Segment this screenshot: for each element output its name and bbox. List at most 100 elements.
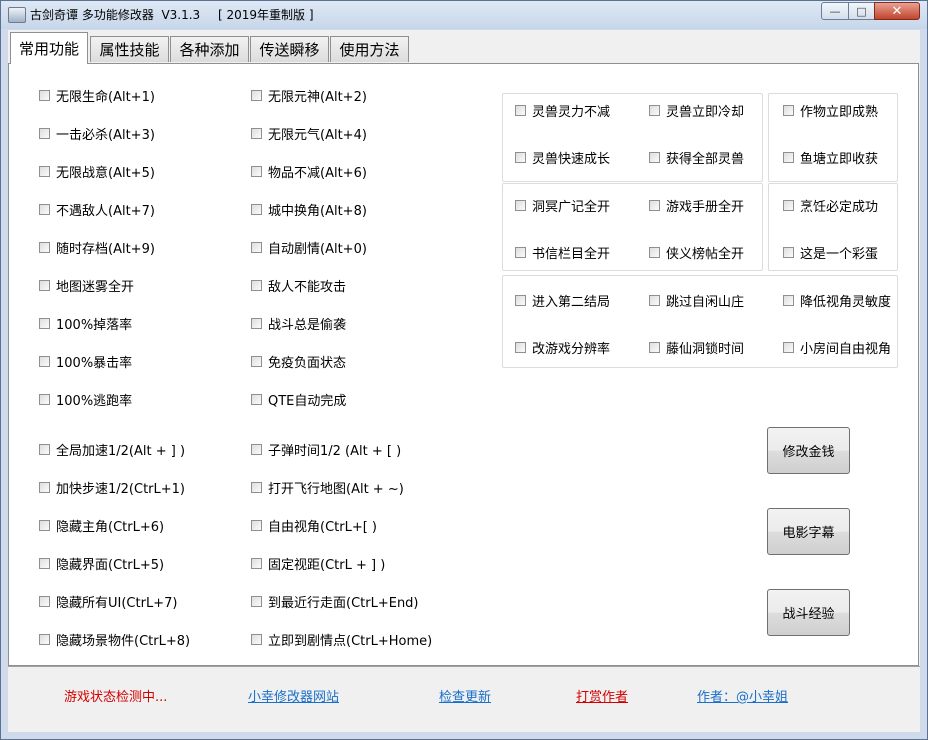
- checkbox-left1-8[interactable]: 100%逃跑率: [39, 390, 132, 409]
- checkbox-box[interactable]: [515, 151, 526, 163]
- checkbox-box[interactable]: [251, 443, 262, 455]
- checkbox-box[interactable]: [649, 341, 660, 353]
- checkbox-box[interactable]: [39, 595, 50, 607]
- checkbox-left1-10[interactable]: 加快步速1/2(CtrL+1): [39, 478, 185, 497]
- checkbox-box[interactable]: [39, 633, 50, 645]
- donate-link[interactable]: 打赏作者: [576, 686, 628, 705]
- checkbox-box[interactable]: [515, 294, 526, 306]
- checkbox-letters[interactable]: 书信栏目全开: [515, 243, 610, 262]
- tab-usage[interactable]: 使用方法: [330, 36, 409, 62]
- checkbox-left2-13[interactable]: 到最近行走面(CtrL+End): [251, 592, 419, 611]
- checkbox-left2-9[interactable]: 子弹时间1/2 (Alt + [ ): [251, 440, 401, 459]
- tab-common[interactable]: 常用功能: [10, 32, 88, 64]
- checkbox-box[interactable]: [251, 519, 262, 531]
- checkbox-left1-7[interactable]: 100%暴击率: [39, 352, 132, 371]
- checkbox-box[interactable]: [251, 557, 262, 569]
- tab-add-items[interactable]: 各种添加: [170, 36, 249, 62]
- check-update-link[interactable]: 检查更新: [439, 686, 491, 705]
- checkbox-left2-7[interactable]: 免疫负面状态: [251, 352, 346, 371]
- checkbox-box[interactable]: [783, 294, 794, 306]
- checkbox-left1-12[interactable]: 隐藏界面(CtrL+5): [39, 554, 164, 573]
- battle-exp-button[interactable]: 战斗经验: [767, 589, 850, 636]
- checkbox-box[interactable]: [39, 519, 50, 531]
- checkbox-box[interactable]: [251, 165, 262, 177]
- checkbox-box[interactable]: [515, 104, 526, 116]
- checkbox-left2-3[interactable]: 城中换角(Alt+8): [251, 200, 367, 219]
- checkbox-fish-harvest[interactable]: 鱼塘立即收获: [783, 148, 878, 167]
- checkbox-box[interactable]: [39, 241, 50, 253]
- checkbox-left2-11[interactable]: 自由视角(CtrL+[ ): [251, 516, 377, 535]
- checkbox-left2-0[interactable]: 无限元神(Alt+2): [251, 86, 367, 105]
- checkbox-box[interactable]: [39, 317, 50, 329]
- checkbox-box[interactable]: [39, 89, 50, 101]
- checkbox-box[interactable]: [39, 127, 50, 139]
- checkbox-beast-grow[interactable]: 灵兽快速成长: [515, 148, 610, 167]
- close-button[interactable]: ✕: [874, 2, 920, 20]
- tab-teleport[interactable]: 传送瞬移: [250, 36, 329, 62]
- checkbox-camera-sensitivity[interactable]: 降低视角灵敏度: [783, 291, 891, 310]
- tab-attributes[interactable]: 属性技能: [90, 36, 169, 62]
- modify-money-button[interactable]: 修改金钱: [767, 427, 850, 474]
- checkbox-box[interactable]: [251, 393, 262, 405]
- checkbox-box[interactable]: [515, 199, 526, 211]
- checkbox-left1-11[interactable]: 隐藏主角(CtrL+6): [39, 516, 164, 535]
- checkbox-box[interactable]: [251, 633, 262, 645]
- website-link[interactable]: 小幸修改器网站: [248, 686, 339, 705]
- checkbox-box[interactable]: [515, 246, 526, 258]
- checkbox-box[interactable]: [649, 294, 660, 306]
- checkbox-box[interactable]: [649, 151, 660, 163]
- checkbox-left1-3[interactable]: 不遇敌人(Alt+7): [39, 200, 155, 219]
- checkbox-crop-ripe[interactable]: 作物立即成熟: [783, 101, 878, 120]
- checkbox-easter-egg[interactable]: 这是一个彩蛋: [783, 243, 878, 262]
- checkbox-box[interactable]: [39, 165, 50, 177]
- checkbox-box[interactable]: [783, 104, 794, 116]
- checkbox-lock-time[interactable]: 藤仙洞锁时间: [649, 338, 744, 357]
- checkbox-room-camera[interactable]: 小房间自由视角: [783, 338, 891, 357]
- checkbox-box[interactable]: [515, 341, 526, 353]
- checkbox-beast-power[interactable]: 灵兽灵力不减: [515, 101, 610, 120]
- checkbox-box[interactable]: [251, 595, 262, 607]
- checkbox-left1-4[interactable]: 随时存档(Alt+9): [39, 238, 155, 257]
- checkbox-box[interactable]: [251, 127, 262, 139]
- checkbox-box[interactable]: [251, 355, 262, 367]
- checkbox-dongming[interactable]: 洞冥广记全开: [515, 196, 610, 215]
- checkbox-box[interactable]: [251, 481, 262, 493]
- checkbox-beast-cooldown[interactable]: 灵兽立即冷却: [649, 101, 744, 120]
- checkbox-left1-9[interactable]: 全局加速1/2(Alt + ] ): [39, 440, 185, 459]
- checkbox-box[interactable]: [39, 557, 50, 569]
- checkbox-left2-5[interactable]: 敌人不能攻击: [251, 276, 346, 295]
- checkbox-bounty[interactable]: 侠义榜帖全开: [649, 243, 744, 262]
- minimize-button[interactable]: —: [821, 2, 849, 20]
- checkbox-left1-2[interactable]: 无限战意(Alt+5): [39, 162, 155, 181]
- author-link[interactable]: 作者：@小幸姐: [697, 686, 788, 705]
- checkbox-box[interactable]: [251, 203, 262, 215]
- checkbox-resolution[interactable]: 改游戏分辨率: [515, 338, 610, 357]
- checkbox-cooking[interactable]: 烹饪必定成功: [783, 196, 878, 215]
- checkbox-second-ending[interactable]: 进入第二结局: [515, 291, 610, 310]
- checkbox-left2-12[interactable]: 固定视距(CtrL + ] ): [251, 554, 385, 573]
- checkbox-left2-8[interactable]: QTE自动完成: [251, 390, 346, 409]
- checkbox-box[interactable]: [251, 89, 262, 101]
- checkbox-left1-6[interactable]: 100%掉落率: [39, 314, 132, 333]
- checkbox-left2-1[interactable]: 无限元气(Alt+4): [251, 124, 367, 143]
- checkbox-box[interactable]: [39, 203, 50, 215]
- checkbox-left1-0[interactable]: 无限生命(Alt+1): [39, 86, 155, 105]
- checkbox-left2-4[interactable]: 自动剧情(Alt+0): [251, 238, 367, 257]
- checkbox-left2-10[interactable]: 打开飞行地图(Alt + ~): [251, 478, 404, 497]
- checkbox-left2-6[interactable]: 战斗总是偷袭: [251, 314, 346, 333]
- checkbox-box[interactable]: [251, 317, 262, 329]
- checkbox-box[interactable]: [39, 393, 50, 405]
- checkbox-skip-villa[interactable]: 跳过自闲山庄: [649, 291, 744, 310]
- checkbox-left1-1[interactable]: 一击必杀(Alt+3): [39, 124, 155, 143]
- checkbox-box[interactable]: [39, 443, 50, 455]
- checkbox-manual[interactable]: 游戏手册全开: [649, 196, 744, 215]
- checkbox-left2-2[interactable]: 物品不减(Alt+6): [251, 162, 367, 181]
- checkbox-box[interactable]: [783, 199, 794, 211]
- checkbox-left2-14[interactable]: 立即到剧情点(CtrL+Home): [251, 630, 432, 649]
- checkbox-box[interactable]: [783, 151, 794, 163]
- checkbox-left1-5[interactable]: 地图迷雾全开: [39, 276, 134, 295]
- movie-subtitle-button[interactable]: 电影字幕: [767, 508, 850, 555]
- title-bar[interactable]: 古剑奇谭 多功能修改器 V3.1.3 [ 2019年重制版 ] — □ ✕: [1, 1, 927, 29]
- checkbox-box[interactable]: [39, 355, 50, 367]
- checkbox-box[interactable]: [39, 481, 50, 493]
